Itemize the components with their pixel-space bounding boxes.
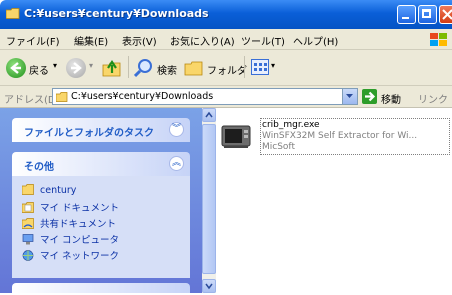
forward-arrow-icon [71,62,82,74]
menu-edit[interactable]: 編集(E) [74,33,108,48]
back-label[interactable]: 戻る [29,62,49,77]
go-button[interactable] [362,89,377,104]
network-icon [22,250,34,261]
toolbar-separator [244,56,245,78]
scroll-thumb[interactable] [202,124,216,274]
details-header[interactable] [12,283,190,293]
file-company: MicSoft [262,142,295,152]
back-arrow-icon [10,62,21,74]
search-label[interactable]: 検索 [157,62,177,77]
shared-folder-icon [22,218,34,229]
title-bar: C:¥users¥century¥Downloads [0,0,452,29]
toolbar: 戻る ▾ ▾ 検索 フォルダ ▾ [0,50,452,86]
folders-label[interactable]: フォルダ [207,62,247,77]
forward-button[interactable] [66,58,86,78]
address-dropdown-button[interactable] [342,89,357,104]
folder-icon [22,184,34,195]
task-pane: ファイルとフォルダのタスク ︾ その他 ︽ century マイ ドキュメント … [0,108,202,293]
maximize-button[interactable] [418,5,437,24]
close-icon [442,9,452,20]
folders-icon[interactable] [184,59,204,77]
other-places-header[interactable]: その他 ︽ [12,152,190,176]
installer-icon[interactable] [220,122,252,150]
place-century[interactable]: century [22,184,76,196]
menu-view[interactable]: 表示(V) [122,33,157,48]
address-input[interactable]: C:¥users¥century¥Downloads [52,88,358,105]
file-description: WinSFX32M Self Extractor for Wi... [262,131,418,141]
computer-icon [22,234,34,245]
minimize-icon [402,17,409,19]
file-item[interactable]: crib_mgr.exe WinSFX32M Self Extractor fo… [220,116,452,156]
scroll-down-button[interactable] [202,279,216,293]
address-bar: アドレス(D) C:¥users¥century¥Downloads 移動 リン… [0,86,452,108]
other-places-panel: century マイ ドキュメント 共有ドキュメント マイ コンピュータ マイ … [12,176,190,278]
chevron-down-icon [205,283,213,290]
place-my-network[interactable]: マイ ネットワーク [22,248,119,262]
back-dropdown-icon[interactable]: ▾ [53,61,57,70]
windows-logo-icon [430,33,447,46]
place-my-computer[interactable]: マイ コンピュータ [22,232,119,246]
views-dropdown-icon[interactable]: ▾ [271,61,275,70]
file-details[interactable]: crib_mgr.exe WinSFX32M Self Extractor fo… [260,118,450,155]
place-label[interactable]: マイ ドキュメント [40,203,119,214]
menu-bar: ファイル(F) 編集(E) 表示(V) お気に入り(A) ツール(T) ヘルプ(… [0,29,452,50]
task-pane-scrollbar[interactable] [202,108,216,293]
search-icon[interactable] [134,58,154,78]
folder-icon [6,8,20,19]
minimize-button[interactable] [397,5,416,24]
folder-icon [56,92,68,102]
chevron-up-icon [205,111,213,118]
scroll-up-button[interactable] [202,108,216,122]
folder-tasks-title[interactable]: ファイルとフォルダのタスク [24,124,154,139]
folder-tasks-header[interactable]: ファイルとフォルダのタスク ︾ [12,118,190,142]
menu-file[interactable]: ファイル(F) [6,33,60,48]
other-places-title[interactable]: その他 [24,158,54,173]
chevron-down-icon[interactable]: ︾ [169,122,184,137]
address-value[interactable]: C:¥users¥century¥Downloads [71,91,213,102]
file-list: crib_mgr.exe WinSFX32M Self Extractor fo… [216,108,452,293]
menu-tools[interactable]: ツール(T) [241,33,285,48]
chevron-up-icon[interactable]: ︽ [169,156,184,171]
place-label[interactable]: マイ コンピュータ [40,235,119,246]
go-arrow-icon [365,91,376,102]
forward-dropdown-icon[interactable]: ▾ [89,61,93,70]
up-folder-icon[interactable] [102,59,122,77]
toolbar-separator [128,56,129,78]
place-label[interactable]: century [40,185,76,196]
go-label[interactable]: 移動 [381,91,401,106]
back-button[interactable] [6,58,26,78]
views-icon[interactable] [251,59,269,75]
chevron-down-icon [346,94,353,98]
menu-help[interactable]: ヘルプ(H) [293,33,338,48]
place-label[interactable]: マイ ネットワーク [40,251,119,262]
close-button[interactable] [439,5,452,24]
place-shared-documents[interactable]: 共有ドキュメント [22,216,116,230]
links-label[interactable]: リンク » [418,91,452,106]
place-label[interactable]: 共有ドキュメント [40,219,116,230]
maximize-icon [422,9,431,18]
menu-favorites[interactable]: お気に入り(A) [170,33,235,48]
file-name[interactable]: crib_mgr.exe [262,120,448,131]
window-title: C:¥users¥century¥Downloads [24,7,209,20]
place-my-documents[interactable]: マイ ドキュメント [22,200,119,214]
documents-icon [22,202,34,213]
